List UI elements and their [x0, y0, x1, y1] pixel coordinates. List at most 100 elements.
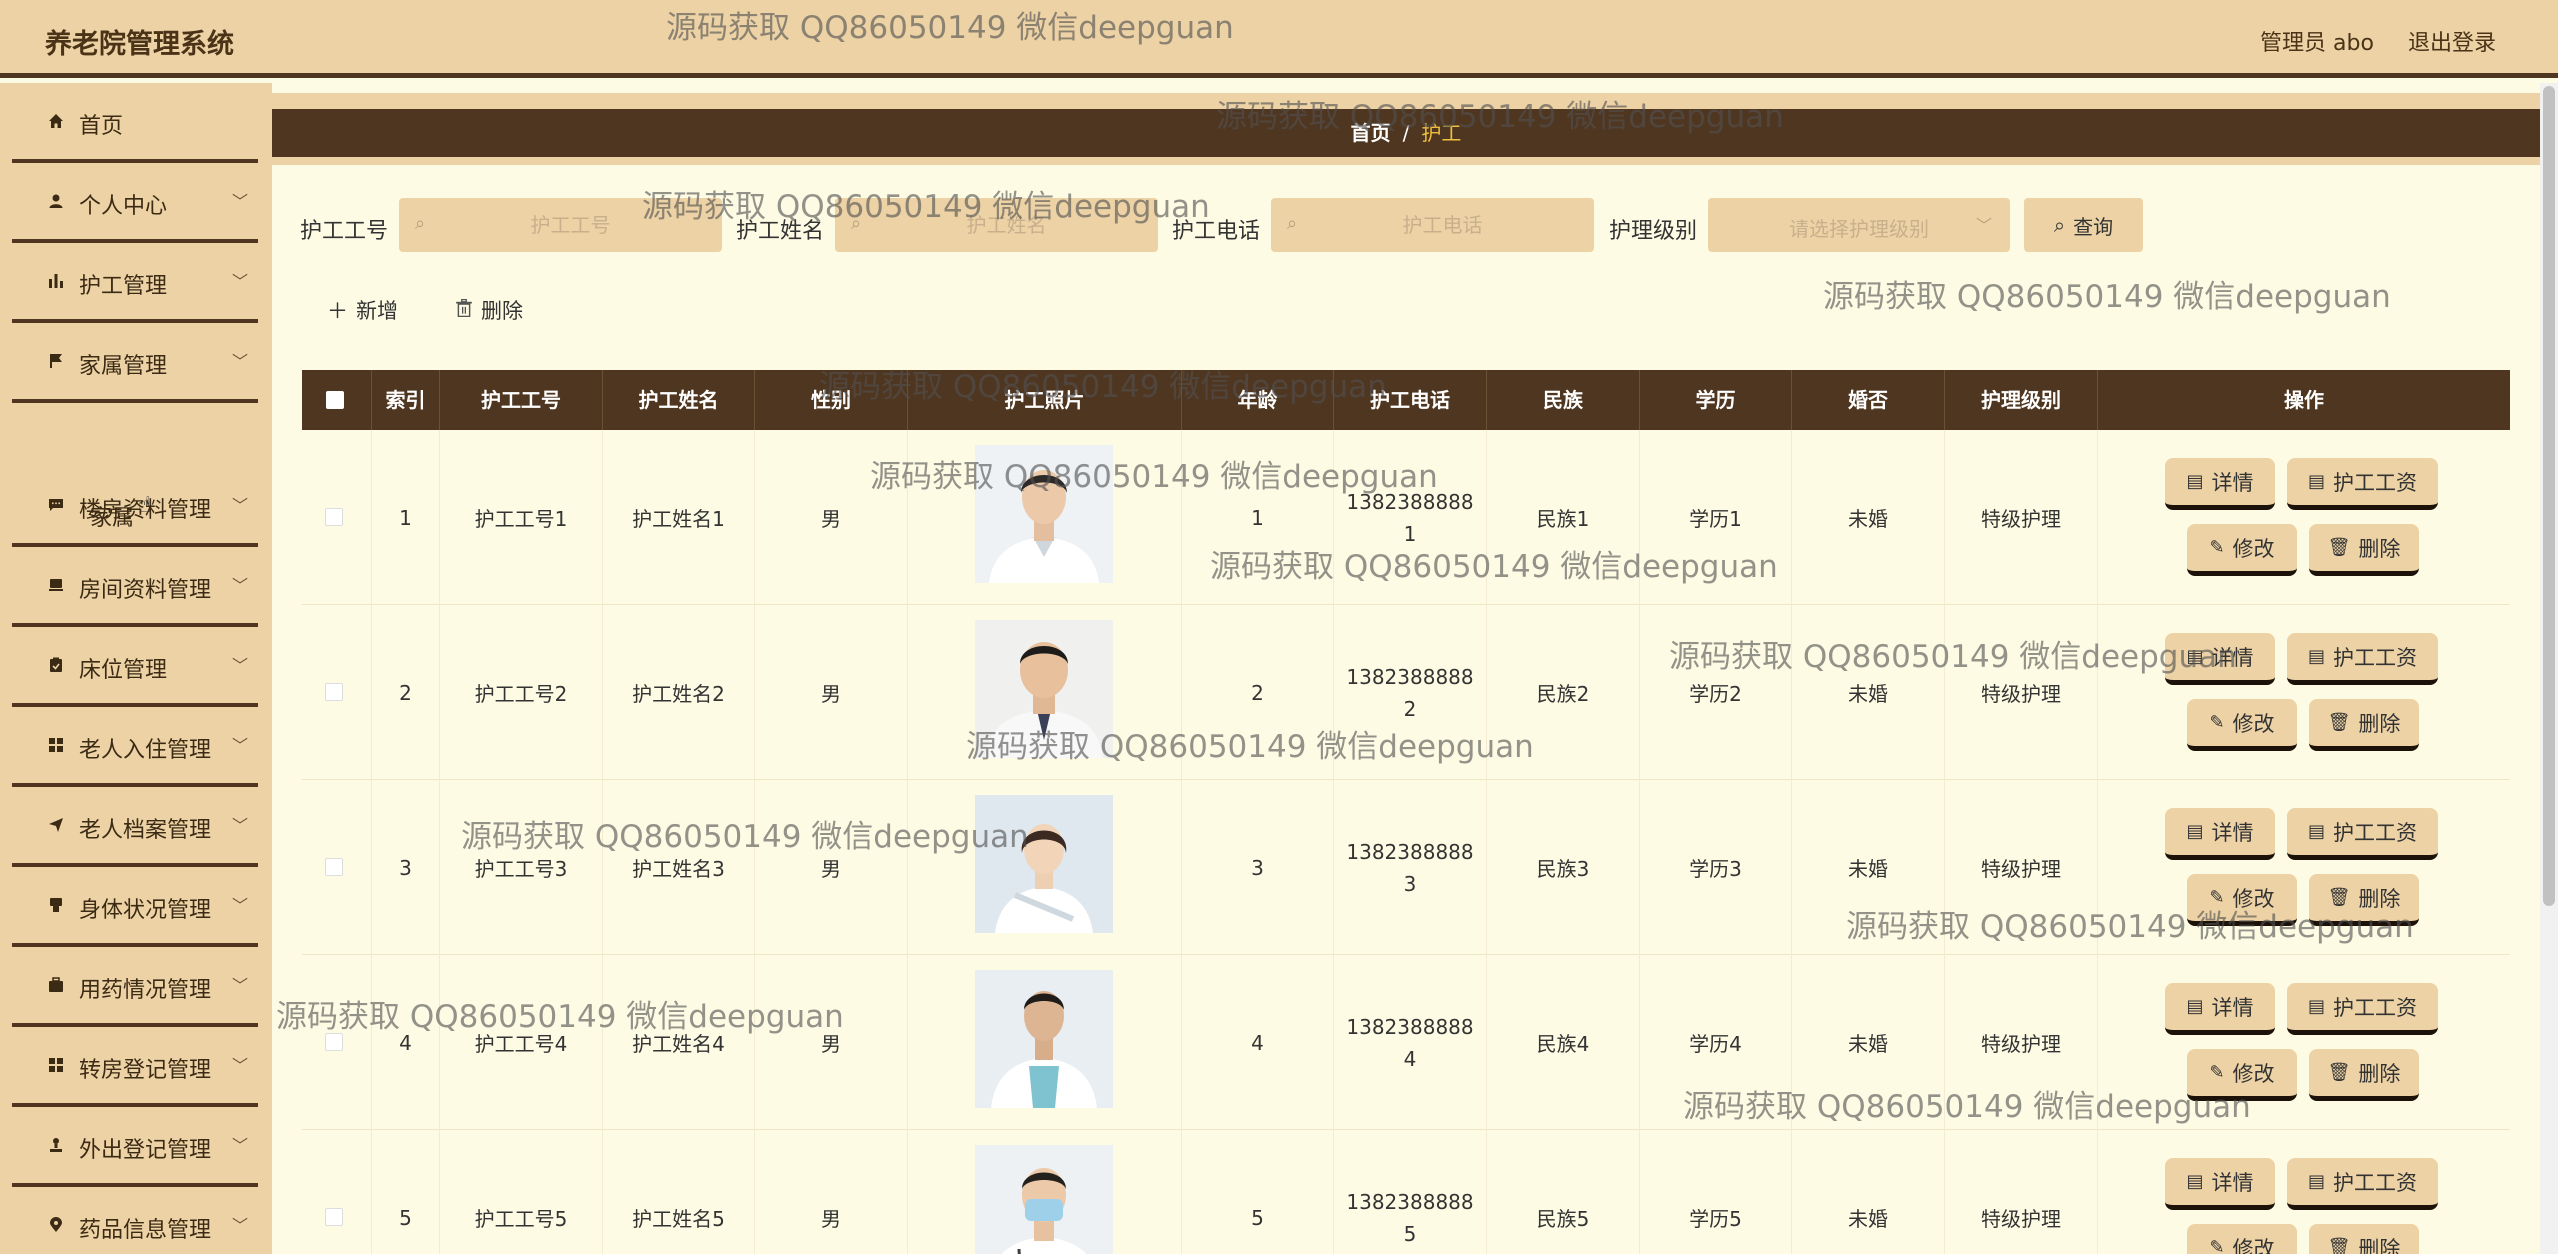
- detail-button[interactable]: ▤ 详情: [2165, 1158, 2275, 1210]
- caregiver-photo: [975, 620, 1113, 758]
- phone-line-1: 1382388888: [1346, 664, 1474, 689]
- sidebar-item-bed-mgmt[interactable]: 床位管理 ﹀: [12, 627, 258, 707]
- sidebar-item-elder-archive[interactable]: 老人档案管理 ﹀: [12, 787, 258, 867]
- document-icon: ▤: [2186, 821, 2204, 842]
- edit-button[interactable]: ✎ 修改: [2187, 699, 2297, 751]
- cell-name: 护工姓名4: [603, 955, 755, 1130]
- pencil-icon: ✎: [2209, 1237, 2225, 1254]
- detail-button[interactable]: ▤ 详情: [2165, 808, 2275, 860]
- cell-education: 学历2: [1640, 605, 1792, 780]
- sidebar-item-health-status[interactable]: 身体状况管理 ﹀: [12, 867, 258, 947]
- document-icon: ▤: [2186, 471, 2204, 492]
- edit-button[interactable]: ✎ 修改: [2187, 524, 2297, 576]
- cell-job-no: 护工工号4: [440, 955, 603, 1130]
- sidebar-item-label: 楼房资料管理: [79, 498, 212, 523]
- row-checkbox[interactable]: [325, 1208, 343, 1226]
- phone-input[interactable]: [1311, 198, 1574, 252]
- detail-button[interactable]: ▤ 详情: [2165, 633, 2275, 685]
- cell-education: 学历1: [1640, 430, 1792, 605]
- level-select[interactable]: 请选择护理级别 ﹀: [1708, 198, 2010, 252]
- cell-phone: 1382388888 4: [1334, 955, 1487, 1130]
- logout-link[interactable]: 退出登录: [2408, 25, 2496, 57]
- search-icon: ⌕: [2053, 213, 2066, 237]
- phone-icon: [46, 895, 66, 915]
- batch-delete-button[interactable]: 删除: [455, 295, 523, 325]
- cell-gender: 男: [755, 430, 908, 605]
- cell-age: 2: [1182, 605, 1334, 780]
- row-checkbox[interactable]: [325, 1033, 343, 1051]
- salary-button[interactable]: ▤ 护工工资: [2287, 983, 2438, 1035]
- row-checkbox[interactable]: [325, 508, 343, 526]
- chevron-down-icon: ﹀: [232, 576, 249, 595]
- edit-button[interactable]: ✎ 修改: [2187, 1049, 2297, 1101]
- row-checkbox[interactable]: [325, 683, 343, 701]
- query-button[interactable]: ⌕ 查询: [2024, 198, 2143, 252]
- cell-age: 4: [1182, 955, 1334, 1130]
- sidebar-item-outing-register[interactable]: 外出登记管理 ﹀: [12, 1107, 258, 1187]
- row-select-cell: [302, 955, 372, 1130]
- delete-button[interactable]: 🗑 删除: [2309, 874, 2419, 926]
- header-ethnicity: 民族: [1487, 370, 1640, 430]
- header-select-all-cell: [302, 370, 372, 430]
- detail-button-label: 详情: [2211, 470, 2254, 495]
- bar-chart-icon: [46, 271, 66, 291]
- delete-button[interactable]: 🗑 删除: [2309, 1224, 2419, 1254]
- cell-ethnicity: 民族4: [1487, 955, 1640, 1130]
- cell-phone: 1382388888 5: [1334, 1130, 1487, 1254]
- sidebar-item-elder-checkin[interactable]: 老人入住管理 ﹀: [12, 707, 258, 787]
- row-checkbox[interactable]: [325, 858, 343, 876]
- sidebar-item-room-transfer[interactable]: 转房登记管理 ﹀: [12, 1027, 258, 1107]
- home-icon: [46, 111, 66, 131]
- phone-line-2: 1: [1403, 521, 1417, 546]
- sidebar-item-drug-info[interactable]: 药品信息管理 ﹀: [12, 1187, 258, 1254]
- phone-filter-box: ⌕: [1271, 198, 1594, 252]
- breadcrumb-home[interactable]: 首页: [1351, 121, 1391, 145]
- detail-button[interactable]: ▤ 详情: [2165, 458, 2275, 510]
- detail-button-label: 详情: [2211, 1170, 2254, 1195]
- row-select-cell: [302, 1130, 372, 1254]
- chevron-down-icon: ﹀: [232, 272, 249, 291]
- person-icon: [46, 1135, 66, 1155]
- document-icon: ▤: [2307, 1171, 2325, 1192]
- sidebar-item-personal-center[interactable]: 个人中心 ﹀: [12, 163, 258, 243]
- cell-name: 护工姓名1: [603, 430, 755, 605]
- cell-job-no: 护工工号3: [440, 780, 603, 955]
- delete-button[interactable]: 🗑 删除: [2309, 524, 2419, 576]
- sidebar-item-label: 外出登记管理: [79, 1138, 212, 1163]
- document-icon: ▤: [2307, 471, 2325, 492]
- sidebar-item-home[interactable]: 首页: [12, 83, 258, 163]
- cell-age: 3: [1182, 780, 1334, 955]
- sidebar-item-room-data[interactable]: 房间资料管理 ﹀: [12, 547, 258, 627]
- breadcrumb-current: 护工: [1421, 121, 1462, 145]
- edit-button[interactable]: ✎ 修改: [2187, 874, 2297, 926]
- select-all-checkbox[interactable]: [326, 391, 344, 409]
- header-photo: 护工照片: [908, 370, 1182, 430]
- batch-delete-label: 删除: [481, 299, 523, 323]
- breadcrumb-separator: /: [1402, 121, 1410, 145]
- edit-button[interactable]: ✎ 修改: [2187, 1224, 2297, 1254]
- message-icon: [46, 495, 66, 515]
- phone-filter-label: 护工电话: [1172, 219, 1261, 244]
- salary-button[interactable]: ▤ 护工工资: [2287, 808, 2438, 860]
- add-button[interactable]: ＋ 新增: [327, 295, 398, 325]
- salary-button[interactable]: ▤ 护工工资: [2287, 1158, 2438, 1210]
- sidebar-item-family-mgmt[interactable]: 家属管理 ﹀: [12, 323, 258, 403]
- delete-button-label: 删除: [2358, 886, 2401, 911]
- phone-line-1: 1382388888: [1346, 839, 1474, 864]
- delete-button[interactable]: 🗑 删除: [2309, 699, 2419, 751]
- sidebar-item-medication[interactable]: 用药情况管理 ﹀: [12, 947, 258, 1027]
- detail-button[interactable]: ▤ 详情: [2165, 983, 2275, 1035]
- name-input[interactable]: [875, 198, 1138, 252]
- vertical-scrollbar-thumb[interactable]: [2543, 86, 2555, 906]
- cell-ethnicity: 民族5: [1487, 1130, 1640, 1254]
- header-name: 护工姓名: [603, 370, 755, 430]
- delete-button[interactable]: 🗑 删除: [2309, 1049, 2419, 1101]
- chevron-down-icon: ﹀: [232, 1136, 249, 1155]
- sidebar-item-building-data[interactable]: 楼房资料管理 ﹀: [12, 467, 258, 547]
- cell-age: 1: [1182, 430, 1334, 605]
- salary-button[interactable]: ▤ 护工工资: [2287, 458, 2438, 510]
- sidebar-item-label: 老人档案管理: [79, 818, 212, 843]
- job-no-input[interactable]: [439, 198, 702, 252]
- salary-button[interactable]: ▤ 护工工资: [2287, 633, 2438, 685]
- sidebar-item-caregiver-mgmt[interactable]: 护工管理 ﹀: [12, 243, 258, 323]
